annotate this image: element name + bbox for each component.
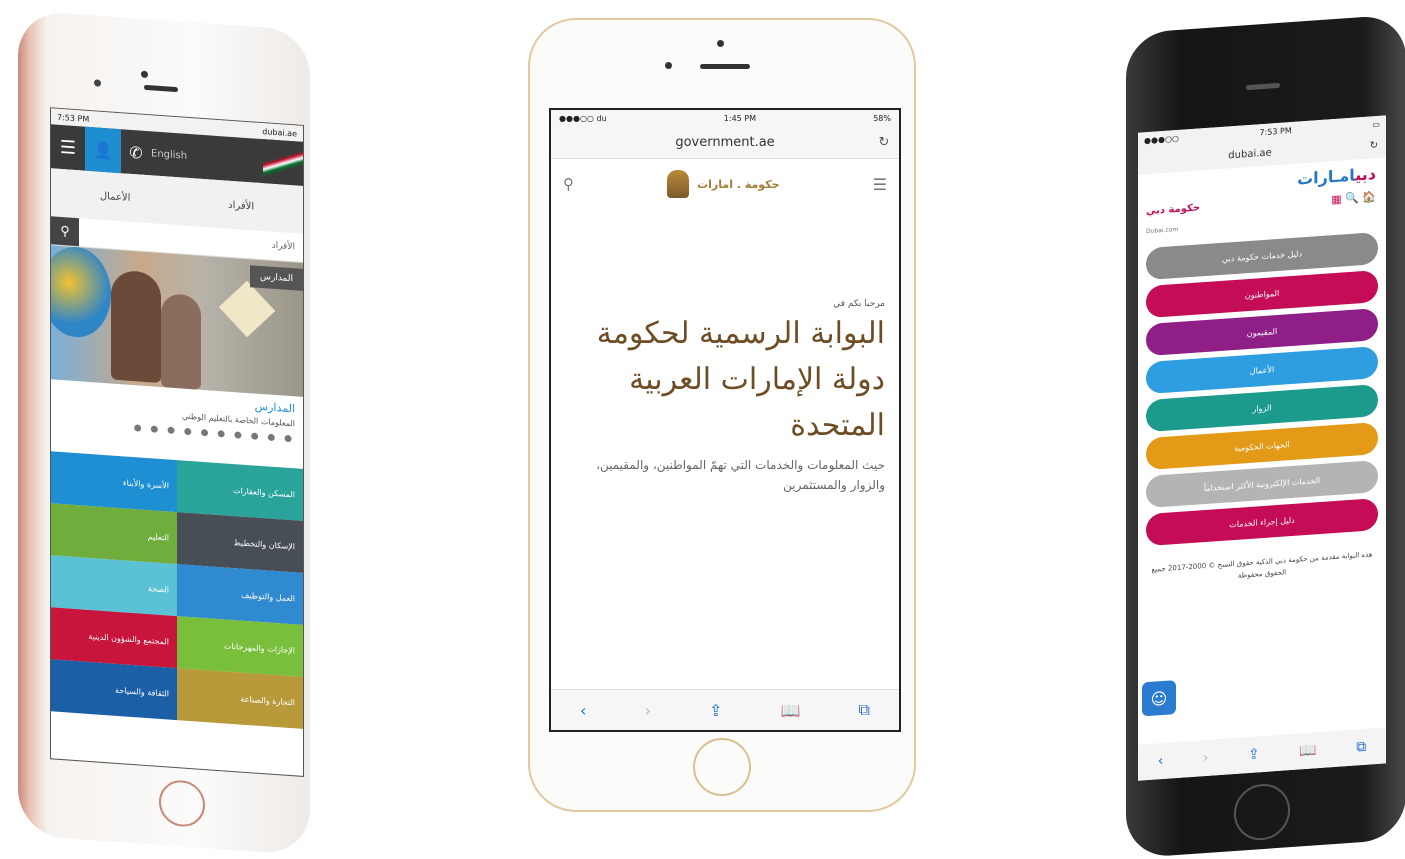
dubai-mobile-screen: ●●●○○ 7:53 PM ▭ dubai.ae ↻ دبيامـارات ▦ … <box>1138 115 1386 781</box>
phone-left-rose: 7:53 PM dubai.ae ☰ 👤 ✆ English الأعمال ا… <box>18 10 310 856</box>
front-camera <box>717 40 724 47</box>
category-tile[interactable]: الأسرة والأبناء <box>51 451 177 513</box>
hero-button[interactable]: المدارس <box>249 265 303 291</box>
speaker <box>1246 82 1280 91</box>
share-icon[interactable]: ⇪ <box>709 701 722 720</box>
phone-middle-gold: ●●●○○ du 1:45 PM 58% government.ae ↻ ⚲ ح… <box>528 18 916 812</box>
logo-text: حكومة . امارات <box>697 177 780 191</box>
site-logo[interactable]: حكومة . امارات <box>667 170 780 198</box>
government-screen: ●●●○○ du 1:45 PM 58% government.ae ↻ ⚲ ح… <box>549 108 901 732</box>
page-title: البوابة الرسمية لحكومة دولة الإمارات الع… <box>596 316 885 443</box>
reload-icon[interactable]: ↻ <box>869 135 899 150</box>
battery-icon: ▭ <box>1372 119 1380 129</box>
bookmarks-icon[interactable]: 📖 <box>780 701 800 720</box>
back-icon[interactable]: ‹ <box>580 701 586 720</box>
browser-toolbar: ‹ › ⇪ 📖 ⧉ <box>1138 727 1386 781</box>
menu-buttons: دليل خدمات حكومة دبي المواطنون المقيمون … <box>1138 227 1386 556</box>
tabs-icon[interactable]: ⧉ <box>858 700 869 720</box>
sensor <box>94 79 101 87</box>
category-tile[interactable]: العمل والتوظيف <box>177 564 303 625</box>
signal-icon: ●●●○○ <box>1144 133 1179 145</box>
header-icons[interactable]: ▦ 🔍 🏠 <box>1331 190 1376 206</box>
dubai-brand-logo[interactable]: دبيامـارات <box>1297 164 1376 189</box>
welcome-text: مرحبا بكم في <box>833 299 885 309</box>
category-grid: الأسرة والأبناء المسكن والعقارات التعليم… <box>51 451 303 729</box>
category-tile[interactable]: الإسكان والتخطيط <box>177 512 303 573</box>
home-button[interactable] <box>693 738 751 796</box>
menu-icon[interactable]: ☰ <box>51 124 85 170</box>
forward-icon[interactable]: › <box>1203 750 1209 766</box>
child-image <box>161 292 201 390</box>
category-tile[interactable]: الثقافة والسياحة <box>51 659 177 721</box>
bookmarks-icon[interactable]: 📖 <box>1299 742 1316 759</box>
uae-flag-logo <box>263 139 303 186</box>
search-icon[interactable]: ⚲ <box>51 216 79 247</box>
page-description: حيث المعلومات والخدمات التي تهمّ المواطن… <box>596 458 885 492</box>
search-icon[interactable]: ⚲ <box>563 175 574 193</box>
status-bar: ●●●○○ du 1:45 PM 58% <box>551 110 899 126</box>
front-camera <box>141 70 148 79</box>
uae-emblem-icon <box>667 170 690 198</box>
hero-text: مرحبا بكم في البوابة الرسمية لحكومة دولة… <box>551 299 899 495</box>
toggle-individuals[interactable]: الأفراد <box>228 199 254 212</box>
tabs-icon[interactable]: ⧉ <box>1356 739 1366 756</box>
url-field[interactable]: government.ae <box>581 135 869 150</box>
home-button[interactable] <box>159 778 205 829</box>
status-time: 7:53 PM <box>1259 125 1292 137</box>
dubai-screen: 7:53 PM dubai.ae ☰ 👤 ✆ English الأعمال ا… <box>50 107 304 777</box>
speaker <box>144 84 178 93</box>
home-button[interactable] <box>1234 782 1290 843</box>
speaker <box>700 64 750 69</box>
site-header: ⚲ حكومة . امارات ☰ <box>551 159 899 209</box>
category-tile[interactable]: المجتمع والشؤون الدينية <box>51 607 177 669</box>
browser-toolbar: ‹ › ⇪ 📖 ⧉ <box>551 689 899 730</box>
menu-icon[interactable]: ☰ <box>873 175 887 194</box>
share-icon[interactable]: ⇪ <box>1248 746 1260 763</box>
globe-image <box>50 244 111 340</box>
category-tile[interactable]: التعليم <box>51 503 177 565</box>
status-time: 7:53 PM <box>57 112 90 124</box>
gov-logo: حكومة دبي <box>1146 202 1201 218</box>
hero-banner: المدارس <box>50 244 303 397</box>
gov-logo-sub: Dubai.com <box>1146 225 1179 236</box>
category-tile[interactable]: التجارة والصناعة <box>177 668 303 729</box>
language-link[interactable]: English <box>151 148 263 167</box>
sensor <box>665 62 672 69</box>
category-tile[interactable]: المسكن والعقارات <box>177 460 303 521</box>
carrier: ●●●○○ du <box>559 113 607 123</box>
reload-icon[interactable]: ↻ <box>1362 139 1386 152</box>
phone-icon[interactable]: ✆ <box>121 142 151 163</box>
back-icon[interactable]: ‹ <box>1158 753 1164 769</box>
category-tile[interactable]: الإجازات والمهرجانات <box>177 616 303 677</box>
phone-right-black: ●●●○○ 7:53 PM ▭ dubai.ae ↻ دبيامـارات ▦ … <box>1126 14 1405 859</box>
chat-icon[interactable]: ☺ <box>1142 680 1176 717</box>
forward-icon[interactable]: › <box>645 701 651 720</box>
battery-level: 58% <box>873 113 891 123</box>
status-time: 1:45 PM <box>723 113 757 123</box>
status-url: dubai.ae <box>262 126 297 139</box>
user-icon[interactable]: 👤 <box>85 126 121 174</box>
brand-red: دبي <box>1355 164 1376 185</box>
house-icon <box>218 280 276 338</box>
address-bar: government.ae ↻ <box>551 126 899 159</box>
category-tile[interactable]: الصحة <box>51 555 177 617</box>
brand-blue: امـارات <box>1297 165 1356 189</box>
toggle-business[interactable]: الأعمال <box>100 190 131 203</box>
child-image <box>111 269 161 383</box>
